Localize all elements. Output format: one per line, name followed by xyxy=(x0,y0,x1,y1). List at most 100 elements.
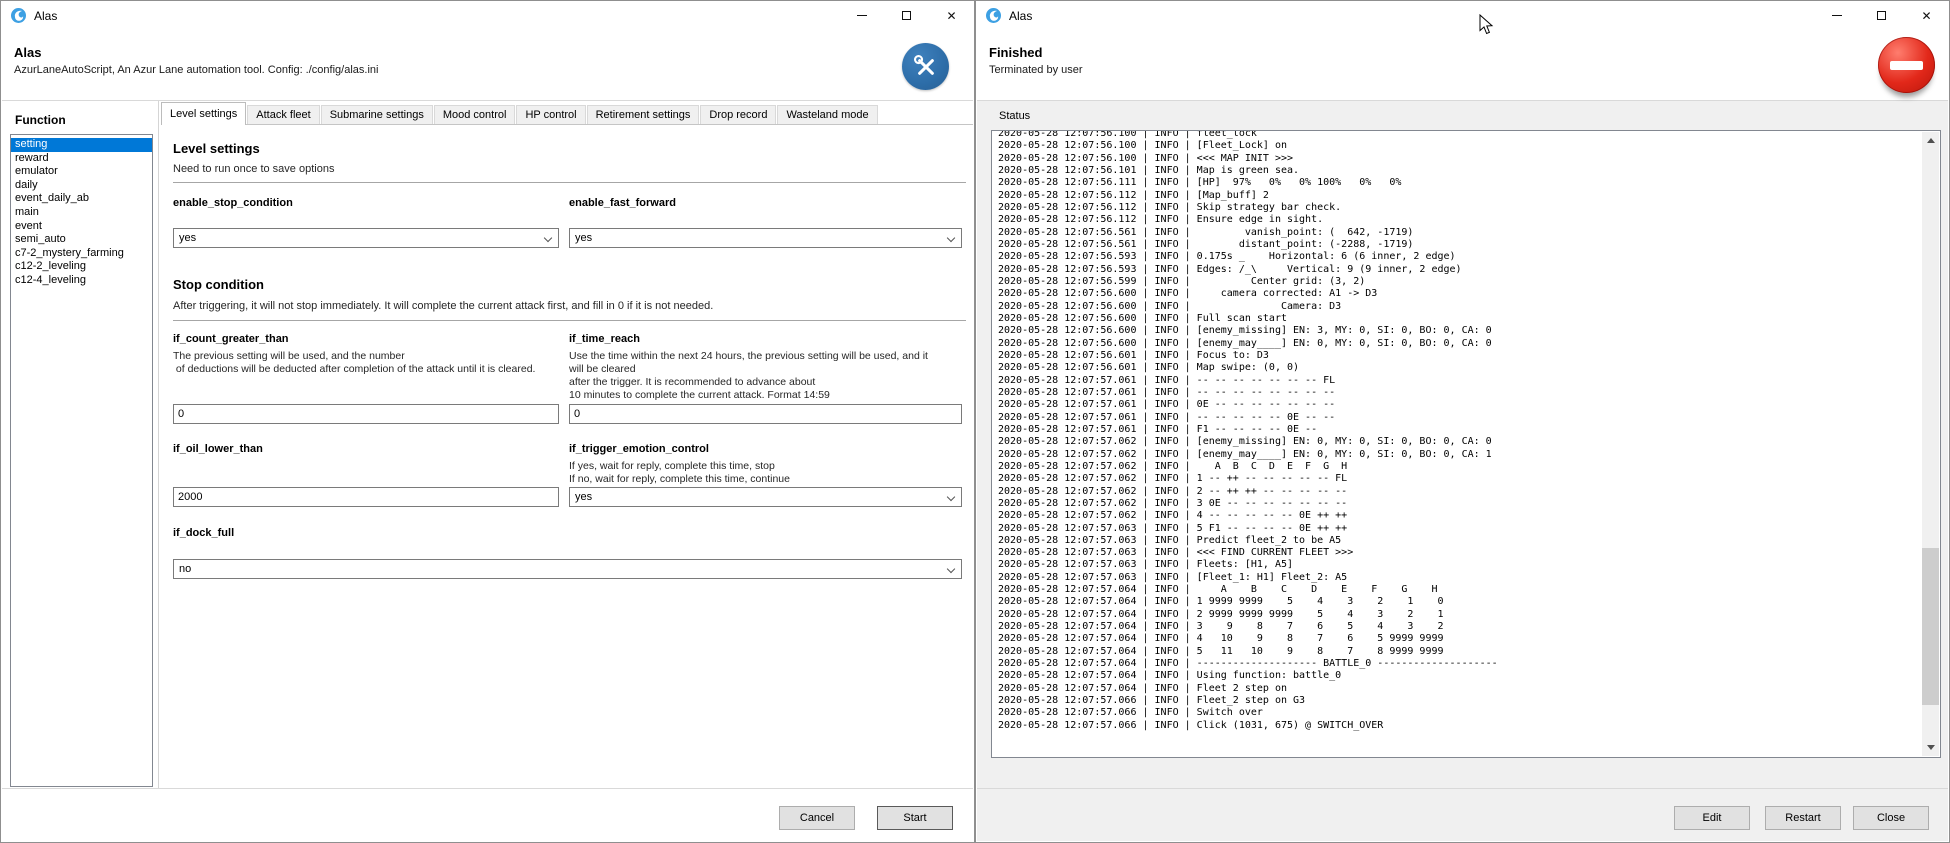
log-line: 2020-05-28 12:07:56.600 | INFO | Camera:… xyxy=(998,301,1920,313)
minimize-icon xyxy=(857,15,867,16)
label-if-trigger-emotion-control: if_trigger_emotion_control xyxy=(569,443,962,455)
log-line: 2020-05-28 12:07:57.063 | INFO | Predict… xyxy=(998,535,1920,547)
select-enable-fast-forward[interactable]: yes xyxy=(569,228,962,248)
desc-if-trigger-emotion-control: If yes, wait for reply, complete this ti… xyxy=(569,460,962,486)
header-divider xyxy=(2,100,973,101)
alas-app-icon xyxy=(10,7,27,24)
close-icon: ✕ xyxy=(946,10,956,22)
close-button[interactable]: ✕ xyxy=(1904,1,1949,30)
log-line: 2020-05-28 12:07:56.561 | INFO | vanish_… xyxy=(998,227,1920,239)
function-list-item[interactable]: c7-2_mystery_farming xyxy=(11,247,152,261)
cancel-button[interactable]: Cancel xyxy=(779,806,855,830)
log-line: 2020-05-28 12:07:56.100 | INFO | fleet_l… xyxy=(998,130,1920,140)
log-line: 2020-05-28 12:07:57.062 | INFO | [enemy_… xyxy=(998,449,1920,461)
no-entry-bar-icon xyxy=(1890,61,1923,70)
log-output[interactable]: 2020-05-28 12:07:56.100 | INFO | fleet_l… xyxy=(991,130,1941,758)
function-list-item[interactable]: event_daily_ab xyxy=(11,192,152,206)
function-list[interactable]: settingrewardemulatordailyevent_daily_ab… xyxy=(10,134,153,787)
maximize-icon xyxy=(1877,11,1886,20)
log-line: 2020-05-28 12:07:57.064 | INFO | 5 11 10… xyxy=(998,646,1920,658)
log-line: 2020-05-28 12:07:56.601 | INFO | Focus t… xyxy=(998,350,1920,362)
input-if-oil-lower-than[interactable] xyxy=(173,487,559,507)
label-if-time-reach: if_time_reach xyxy=(569,333,962,345)
log-line: 2020-05-28 12:07:57.061 | INFO | -- -- -… xyxy=(998,375,1920,387)
section-desc-stop-condition: After triggering, it will not stop immed… xyxy=(173,300,713,312)
section-title-stop-condition: Stop condition xyxy=(173,277,264,292)
close-window-button[interactable]: Close xyxy=(1853,806,1929,830)
function-list-item[interactable]: event xyxy=(11,220,152,234)
chevron-down-icon xyxy=(947,234,955,242)
settings-tab[interactable]: Submarine settings xyxy=(321,105,433,125)
input-if-count-greater-than[interactable] xyxy=(173,404,559,424)
maximize-button[interactable] xyxy=(1859,1,1904,30)
scroll-down-button[interactable] xyxy=(1922,739,1939,756)
select-enable-stop-condition[interactable]: yes xyxy=(173,228,559,248)
settings-tab[interactable]: Drop record xyxy=(700,105,776,125)
alas-app-icon xyxy=(985,7,1002,24)
select-value: yes xyxy=(179,232,196,244)
minimize-button[interactable] xyxy=(1814,1,1859,30)
function-group-label: Function xyxy=(15,113,66,127)
settings-tab[interactable]: Level settings xyxy=(161,102,246,125)
scrollbar-thumb[interactable] xyxy=(1922,548,1939,705)
select-if-dock-full[interactable]: no xyxy=(173,559,962,579)
function-list-item[interactable]: daily xyxy=(11,179,152,193)
log-line: 2020-05-28 12:07:56.112 | INFO | Skip st… xyxy=(998,202,1920,214)
section-rule xyxy=(173,320,966,321)
label-if-oil-lower-than: if_oil_lower_than xyxy=(173,443,559,455)
log-line: 2020-05-28 12:07:57.062 | INFO | 1 -- ++… xyxy=(998,473,1920,485)
log-line: 2020-05-28 12:07:57.064 | INFO | -------… xyxy=(998,658,1920,670)
restart-button[interactable]: Restart xyxy=(1765,806,1841,830)
titlebar[interactable]: Alas ✕ xyxy=(1,1,974,30)
log-line: 2020-05-28 12:07:56.600 | INFO | [enemy_… xyxy=(998,325,1920,337)
start-button[interactable]: Start xyxy=(877,806,953,830)
alas-config-window: Alas ✕ Alas AzurLaneAutoScript, An Azur … xyxy=(0,0,975,843)
function-list-item[interactable]: emulator xyxy=(11,165,152,179)
input-if-time-reach[interactable] xyxy=(569,404,962,424)
settings-tab[interactable]: Wasteland mode xyxy=(777,105,877,125)
function-list-item[interactable]: reward xyxy=(11,152,152,166)
select-value: yes xyxy=(575,232,592,244)
log-line: 2020-05-28 12:07:57.062 | INFO | [enemy_… xyxy=(998,436,1920,448)
edit-button[interactable]: Edit xyxy=(1674,806,1750,830)
status-group-label: Status xyxy=(999,110,1030,122)
desktop: Alas ✕ Alas AzurLaneAutoScript, An Azur … xyxy=(0,0,1950,843)
scroll-up-button[interactable] xyxy=(1922,132,1939,149)
footer-divider xyxy=(2,788,973,789)
close-icon: ✕ xyxy=(1921,10,1931,22)
function-list-item[interactable]: main xyxy=(11,206,152,220)
function-list-item[interactable]: semi_auto xyxy=(11,233,152,247)
log-line: 2020-05-28 12:07:57.063 | INFO | [Fleet_… xyxy=(998,572,1920,584)
level-settings-tabpage: Level settings Need to run once to save … xyxy=(161,124,973,788)
settings-tab[interactable]: Mood control xyxy=(434,105,516,125)
log-line: 2020-05-28 12:07:57.066 | INFO | Switch … xyxy=(998,707,1920,719)
log-line: 2020-05-28 12:07:56.561 | INFO | distant… xyxy=(998,239,1920,251)
function-list-item[interactable]: setting xyxy=(11,138,152,152)
select-value: yes xyxy=(575,491,592,503)
titlebar[interactable]: Alas ✕ xyxy=(976,1,1949,30)
stopped-status-icon xyxy=(1878,37,1935,93)
chevron-down-icon xyxy=(947,565,955,573)
desc-if-count-greater-than: The previous setting will be used, and t… xyxy=(173,350,559,376)
function-list-item[interactable]: c12-2_leveling xyxy=(11,260,152,274)
log-line: 2020-05-28 12:07:57.061 | INFO | F1 -- -… xyxy=(998,424,1920,436)
log-line: 2020-05-28 12:07:57.061 | INFO | 0E -- -… xyxy=(998,399,1920,411)
settings-tab[interactable]: Retirement settings xyxy=(587,105,700,125)
settings-tab[interactable]: Attack fleet xyxy=(247,105,319,125)
log-line: 2020-05-28 12:07:56.112 | INFO | Ensure … xyxy=(998,214,1920,226)
mouse-cursor xyxy=(1479,14,1494,41)
log-line: 2020-05-28 12:07:57.064 | INFO | Fleet 2… xyxy=(998,683,1920,695)
function-list-item[interactable]: c12-4_leveling xyxy=(11,274,152,288)
app-subtitle: AzurLaneAutoScript, An Azur Lane automat… xyxy=(14,64,378,76)
log-line: 2020-05-28 12:07:57.064 | INFO | 1 9999 … xyxy=(998,596,1920,608)
maximize-button[interactable] xyxy=(884,1,929,30)
log-scrollbar[interactable] xyxy=(1922,132,1939,756)
section-desc-level-settings: Need to run once to save options xyxy=(173,163,334,175)
log-lines: 2020-05-28 12:07:56.100 | INFO | fleet_l… xyxy=(998,130,1920,732)
log-line: 2020-05-28 12:07:57.062 | INFO | 4 -- --… xyxy=(998,510,1920,522)
window-title: Alas xyxy=(1009,9,1032,23)
close-button[interactable]: ✕ xyxy=(929,1,974,30)
settings-tab[interactable]: HP control xyxy=(516,105,585,125)
minimize-button[interactable] xyxy=(839,1,884,30)
select-if-trigger-emotion-control[interactable]: yes xyxy=(569,487,962,507)
